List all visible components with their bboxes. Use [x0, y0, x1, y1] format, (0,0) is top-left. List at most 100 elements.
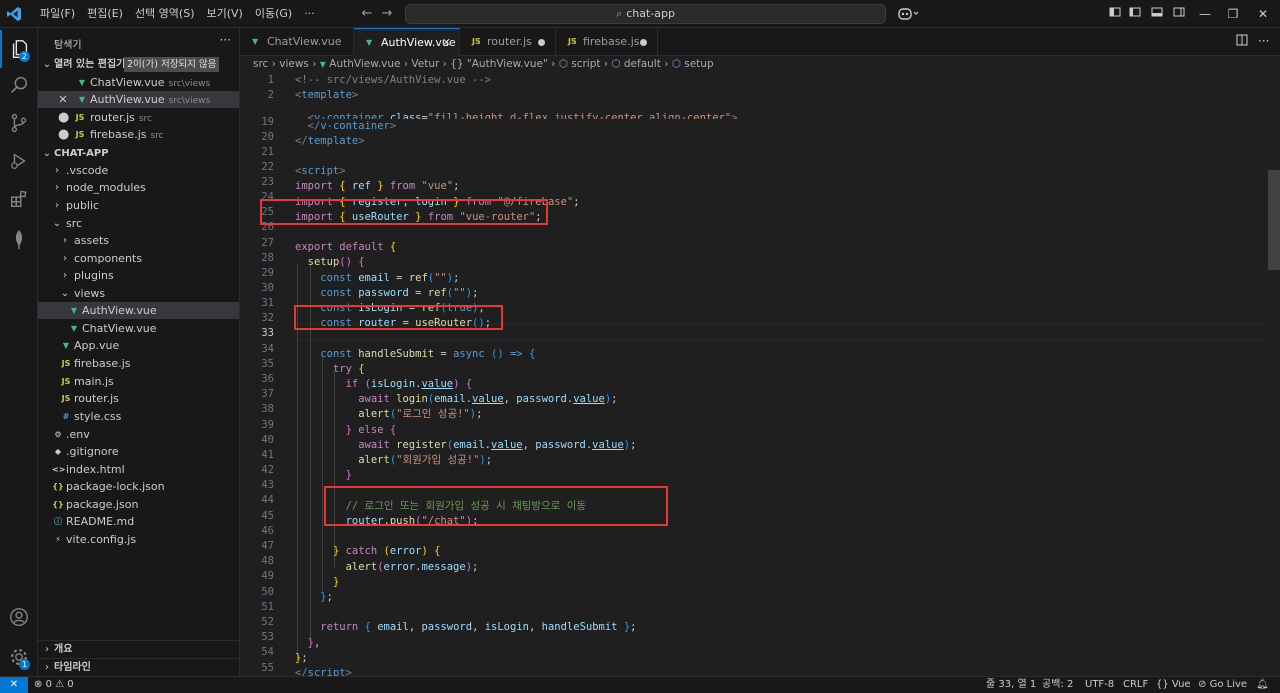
- menu-view[interactable]: 보기(V): [200, 6, 248, 22]
- close-icon[interactable]: ✕: [442, 29, 451, 57]
- file-item[interactable]: {} package.json: [38, 496, 239, 513]
- tree-item-label: router.js: [74, 392, 119, 405]
- menu-go[interactable]: 이동(G): [249, 6, 298, 22]
- unsaved-dot-icon[interactable]: ●: [58, 109, 69, 126]
- minimize-icon[interactable]: —: [1194, 4, 1216, 24]
- tab-firebase[interactable]: JS firebase.js: [556, 28, 658, 56]
- file-item[interactable]: ◆ .gitignore: [38, 443, 239, 460]
- breadcrumb-item[interactable]: Vetur: [411, 58, 439, 70]
- file-item[interactable]: ⓘ README.md: [38, 513, 239, 530]
- menu-more[interactable]: ···: [298, 6, 321, 22]
- restore-icon[interactable]: ❐: [1222, 4, 1244, 24]
- file-item[interactable]: ⚙ .env: [38, 426, 239, 443]
- folder-item[interactable]: › .vscode: [38, 162, 239, 179]
- source-control-activity[interactable]: [0, 104, 38, 142]
- file-item[interactable]: ▼ AuthView.vue: [38, 302, 239, 319]
- js-file-icon: JS: [61, 377, 71, 386]
- html-file-icon: <>: [52, 465, 66, 474]
- file-item[interactable]: ▼ App.vue: [38, 337, 239, 354]
- file-item[interactable]: JS main.js: [38, 373, 239, 390]
- toggle-panel-icon[interactable]: [1146, 4, 1168, 24]
- folder-item[interactable]: › assets: [38, 232, 239, 249]
- open-editor-item-active[interactable]: ✕ ▼ AuthView.vue src\views: [38, 91, 239, 108]
- file-item[interactable]: JS router.js: [38, 390, 239, 407]
- breadcrumb-item[interactable]: src: [253, 58, 268, 70]
- vertical-scrollbar-thumb[interactable]: [1268, 170, 1280, 270]
- encoding[interactable]: UTF-8: [1085, 677, 1114, 693]
- unsaved-dot-icon[interactable]: [538, 39, 545, 46]
- breadcrumb-item[interactable]: views: [279, 58, 309, 70]
- copilot-icon[interactable]: [898, 6, 920, 22]
- run-debug-activity[interactable]: [0, 142, 38, 180]
- go-live-button[interactable]: ⊘ Go Live: [1198, 677, 1247, 693]
- breadcrumb-item[interactable]: {} "AuthView.vue": [450, 58, 548, 70]
- open-editor-item[interactable]: ● JS firebase.js src: [38, 126, 239, 143]
- notifications-icon[interactable]: 🔔︎: [1256, 677, 1269, 693]
- menu-selection[interactable]: 선택 영역(S): [129, 6, 201, 22]
- tree-item-label: public: [66, 199, 100, 212]
- timeline-header[interactable]: › 타임라인: [38, 658, 239, 675]
- folder-item[interactable]: › node_modules: [38, 179, 239, 196]
- cursor-position[interactable]: 줄 33, 열 1: [986, 677, 1036, 693]
- folder-item[interactable]: › components: [38, 250, 239, 267]
- menu-file[interactable]: 파일(F): [34, 6, 81, 22]
- remote-indicator-icon[interactable]: ✕: [0, 677, 28, 693]
- language-mode[interactable]: {} Vue: [1156, 677, 1191, 693]
- accounts-activity[interactable]: [0, 598, 38, 636]
- line-number: 53: [261, 631, 274, 643]
- file-item[interactable]: <> index.html: [38, 461, 239, 478]
- tab-chatview[interactable]: ▼ ChatView.vue: [240, 28, 354, 56]
- folder-item[interactable]: › public: [38, 197, 239, 214]
- close-icon[interactable]: ✕: [58, 91, 68, 108]
- unsaved-dot-icon[interactable]: [640, 39, 647, 46]
- indentation[interactable]: 공백: 2: [1042, 677, 1073, 693]
- line-number: 27: [261, 237, 274, 249]
- file-item[interactable]: ▼ ChatView.vue: [38, 320, 239, 337]
- line-number: 50: [261, 586, 274, 598]
- more-actions-icon[interactable]: ···: [1258, 34, 1269, 48]
- command-center-search[interactable]: ⌕ chat-app: [405, 4, 886, 24]
- mongodb-activity[interactable]: [0, 220, 38, 258]
- project-header[interactable]: ⌄ CHAT-APP: [38, 145, 239, 162]
- warning-count: 0: [67, 679, 74, 690]
- explorer-activity[interactable]: 2: [0, 30, 38, 68]
- file-item[interactable]: {} package-lock.json: [38, 478, 239, 495]
- account-icon: [10, 608, 28, 626]
- file-item[interactable]: # style.css: [38, 408, 239, 425]
- breadcrumb-item[interactable]: default: [624, 58, 661, 70]
- file-item[interactable]: JS firebase.js: [38, 355, 239, 372]
- folder-item[interactable]: ⌄ src: [38, 215, 239, 232]
- breadcrumb-item[interactable]: setup: [684, 58, 713, 70]
- open-editors-header[interactable]: ⌄ 열려 있는 편집기 2이(가) 저장되지 않음: [38, 56, 239, 73]
- open-editor-item[interactable]: ▼ ChatView.vue src\views: [38, 74, 239, 91]
- toggle-sidebar-icon[interactable]: [1124, 4, 1146, 24]
- more-actions-icon[interactable]: ···: [220, 33, 231, 47]
- manage-activity[interactable]: 1: [0, 638, 38, 676]
- file-item[interactable]: ⚡ vite.config.js: [38, 531, 239, 548]
- problems-indicator[interactable]: ⊗ 0 ⚠ 0: [34, 677, 74, 693]
- open-editor-item[interactable]: ● JS router.js src: [38, 109, 239, 126]
- tab-authview[interactable]: ▼ AuthView.vue ✕: [354, 28, 460, 56]
- line-number: 52: [261, 616, 274, 628]
- search-activity[interactable]: [0, 66, 38, 104]
- braces-icon: {}: [1156, 679, 1169, 690]
- split-editor-icon[interactable]: [1236, 34, 1248, 49]
- toggle-secondary-sidebar-icon[interactable]: [1168, 4, 1190, 24]
- line-ending[interactable]: CRLF: [1123, 677, 1148, 693]
- outline-header[interactable]: › 개요: [38, 640, 239, 657]
- close-window-icon[interactable]: ✕: [1252, 4, 1274, 24]
- unsaved-dot-icon[interactable]: ●: [58, 126, 69, 143]
- tab-router[interactable]: JS router.js: [460, 28, 556, 56]
- extensions-activity[interactable]: [0, 180, 38, 218]
- outline-label: 개요: [54, 644, 73, 655]
- breadcrumb-item[interactable]: AuthView.vue: [329, 58, 400, 70]
- code-editor[interactable]: 1 2 19 20 21 22 23 24 25 26 27 28 29 30 31 32 33 34 35 36 37…: [240, 73, 1280, 676]
- error-icon: ⊗: [34, 679, 43, 690]
- breadcrumb-item[interactable]: script: [571, 58, 600, 70]
- folder-item[interactable]: › plugins: [38, 267, 239, 284]
- forward-arrow-icon[interactable]: →: [378, 5, 396, 23]
- folder-item[interactable]: ⌄ views: [38, 285, 239, 302]
- menu-edit[interactable]: 편집(E): [81, 6, 129, 22]
- layout-customize-icon[interactable]: [1104, 4, 1126, 24]
- back-arrow-icon[interactable]: ←: [358, 5, 376, 23]
